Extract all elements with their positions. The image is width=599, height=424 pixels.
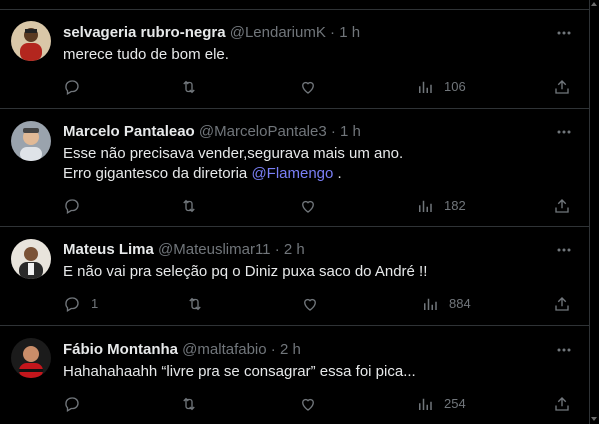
views-chart-icon: [419, 81, 432, 93]
timeline: selvageria rubro-negra @LendariumK · 1 h…: [0, 0, 590, 424]
separator-dot: ·: [270, 341, 276, 358]
avatar[interactable]: [11, 338, 51, 378]
reply-icon: [65, 80, 79, 95]
more-dots-icon[interactable]: [555, 341, 573, 359]
tweet-text-line: E não vai pra seleção pq o Diniz puxa sa…: [63, 263, 428, 280]
action-bar: 1 884: [63, 294, 583, 314]
tweet-header: selvageria rubro-negra @LendariumK · 1 h: [63, 23, 360, 43]
separator-dot: ·: [274, 241, 280, 258]
tweet[interactable]: Marcelo Pantaleao @MarceloPantale3 · 1 h…: [0, 109, 589, 227]
views-count: 254: [444, 396, 466, 411]
user-handle[interactable]: @LendariumK: [230, 24, 326, 41]
tweet[interactable]: Mateus Lima @Mateuslimar11 · 2 h E não v…: [0, 227, 589, 326]
scroll-down-arrow-icon[interactable]: [591, 417, 597, 421]
more-dots-icon[interactable]: [555, 24, 573, 42]
scroll-up-arrow-icon[interactable]: [591, 2, 597, 6]
display-name[interactable]: Mateus Lima: [63, 241, 154, 258]
views-count: 182: [444, 198, 466, 213]
action-bar: 182: [63, 196, 583, 216]
views-chart-icon: [419, 398, 432, 410]
timestamp[interactable]: 2 h: [280, 341, 301, 358]
mention-link[interactable]: @Flamengo: [251, 165, 333, 182]
share-icon: [555, 297, 569, 311]
action-bar: 254: [63, 394, 583, 414]
timestamp[interactable]: 1 h: [340, 123, 361, 140]
reply-icon: [65, 199, 79, 214]
views-chart-icon: [419, 200, 432, 212]
user-handle[interactable]: @Mateuslimar11: [158, 241, 271, 258]
tweet-text: Hahahahaahh “livre pra se consagrar” ess…: [63, 362, 416, 382]
tweet-text-fragment: .: [333, 165, 342, 182]
tweet[interactable]: selvageria rubro-negra @LendariumK · 1 h…: [0, 10, 589, 109]
heart-icon: [304, 298, 316, 311]
tweet-header: Mateus Lima @Mateuslimar11 · 2 h: [63, 240, 305, 260]
views-chart-icon: [424, 298, 437, 310]
share-icon: [555, 199, 569, 213]
retweet-icon: [183, 397, 195, 411]
tweet-text-line: Esse não precisava vender,segurava mais …: [63, 145, 404, 162]
tweet[interactable]: Fábio Montanha @maltafabio · 2 h Hahahah…: [0, 326, 589, 424]
share-icon: [555, 397, 569, 411]
separator-dot: ·: [330, 24, 336, 41]
user-handle[interactable]: @MarceloPantale3: [199, 123, 327, 140]
tweet-text-fragment: Erro gigantesco da diretoria: [63, 165, 252, 182]
tweet-text: merece tudo de bom ele.: [63, 45, 229, 65]
display-name[interactable]: selvageria rubro-negra: [63, 24, 226, 41]
heart-icon: [302, 398, 314, 411]
avatar[interactable]: [11, 239, 51, 279]
retweet-icon: [183, 199, 195, 213]
reply-icon: [65, 397, 79, 412]
scrollbar[interactable]: [589, 0, 599, 424]
tweet-text: E não vai pra seleção pq o Diniz puxa sa…: [63, 262, 427, 282]
tweet-text-line: merece tudo de bom ele.: [63, 46, 229, 63]
views-count: 884: [449, 296, 471, 311]
user-handle[interactable]: @maltafabio: [182, 341, 266, 358]
timestamp[interactable]: 1 h: [339, 24, 360, 41]
views-count: 106: [444, 79, 466, 94]
tweet-text-line: Erro gigantesco da diretoria @Flamengo .: [63, 164, 403, 184]
share-icon: [555, 80, 569, 94]
separator-dot: ·: [330, 123, 336, 140]
more-dots-icon[interactable]: [555, 241, 573, 259]
heart-icon: [302, 81, 314, 94]
tweet-text-line: Hahahahaahh “livre pra se consagrar” ess…: [63, 363, 416, 380]
tweet-header: Marcelo Pantaleao @MarceloPantale3 · 1 h: [63, 122, 361, 142]
retweet-icon: [189, 297, 201, 311]
reply-count: 1: [91, 296, 99, 311]
tweet-text: Esse não precisava vender,segurava mais …: [63, 144, 403, 184]
tweet-header: Fábio Montanha @maltafabio · 2 h: [63, 340, 301, 360]
retweet-icon: [183, 80, 195, 94]
display-name[interactable]: Fábio Montanha: [63, 341, 178, 358]
display-name[interactable]: Marcelo Pantaleao: [63, 123, 195, 140]
heart-icon: [302, 200, 314, 213]
timestamp[interactable]: 2 h: [284, 241, 305, 258]
reply-icon: [65, 297, 79, 312]
action-bar: 106: [63, 77, 583, 97]
more-dots-icon[interactable]: [555, 123, 573, 141]
avatar[interactable]: [11, 21, 51, 61]
avatar[interactable]: [11, 121, 51, 161]
